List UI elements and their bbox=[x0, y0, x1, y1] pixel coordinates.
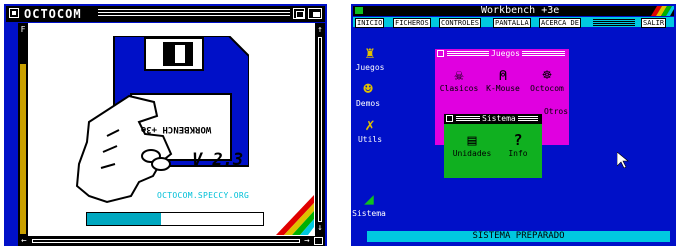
disk-label-text: WORKBENCH +3e bbox=[140, 124, 212, 134]
website-url[interactable]: OCTOCOM.SPECCY.ORG bbox=[157, 191, 249, 200]
status-bar: SISTEMA PREPARADO bbox=[367, 231, 670, 242]
item-label: Octocom bbox=[530, 84, 564, 93]
menu-bar: INICIO FICHEROS CONTROLES PANTALLA ACERC… bbox=[353, 17, 674, 28]
scrollbar-thumb[interactable] bbox=[20, 64, 26, 234]
juegos-item-octocom[interactable]: ☸ Octocom bbox=[527, 66, 567, 94]
scroll-down-icon[interactable]: ↓ bbox=[315, 223, 325, 233]
menu-pantalla[interactable]: PANTALLA bbox=[493, 18, 531, 28]
item-label: Unidades bbox=[452, 149, 492, 158]
loading-progress-bar bbox=[86, 212, 264, 226]
sistema-item-unidades[interactable]: ▤ Unidades bbox=[450, 131, 494, 159]
title-bar-stripes bbox=[98, 9, 290, 18]
octocom-title-bar[interactable]: OCTOCOM bbox=[6, 6, 325, 22]
close-icon[interactable] bbox=[9, 8, 19, 18]
tools-icon: ✗ bbox=[365, 115, 375, 134]
juegos-window-title-bar[interactable]: Juegos bbox=[435, 49, 569, 59]
resize-icon[interactable] bbox=[314, 237, 323, 245]
maximize-icon[interactable] bbox=[293, 8, 305, 19]
desktop-icon-label: Juegos bbox=[355, 63, 385, 72]
disk-label: WORKBENCH +3e bbox=[140, 124, 212, 134]
item-label: Otros bbox=[543, 107, 569, 116]
desktop-icon-label: Sistema bbox=[352, 209, 386, 218]
menu-separator bbox=[593, 19, 635, 26]
item-label: K-Mouse bbox=[486, 84, 520, 93]
mouse-icon: ⍝ bbox=[498, 66, 508, 84]
rainbow-stripes-logo bbox=[276, 195, 314, 235]
question-icon: ? bbox=[513, 131, 523, 149]
close-icon[interactable] bbox=[446, 115, 453, 122]
right-scrollbar[interactable]: ↑ ↓ bbox=[315, 23, 325, 236]
desktop-icon-demos[interactable]: ☻ Demos bbox=[350, 79, 386, 109]
juegos-item-clasicos[interactable]: ☠ Clasicos bbox=[439, 66, 479, 94]
progress-fill bbox=[87, 213, 161, 225]
right-scroll-track[interactable] bbox=[318, 37, 322, 222]
octopus-icon: ☸ bbox=[542, 66, 552, 84]
horizontal-scrollbar[interactable]: ← → bbox=[18, 236, 325, 246]
ghost-icon: ☠ bbox=[454, 66, 464, 84]
juegos-item-k-mouse[interactable]: ⍝ K-Mouse bbox=[483, 66, 523, 94]
workbench-title: Workbench +3e bbox=[481, 5, 560, 16]
desktop-icon-utils[interactable]: ✗ Utils bbox=[352, 115, 388, 145]
joystick-icon: ♜ bbox=[365, 43, 375, 62]
desktop-icon-sistema[interactable]: ◢ Sistema bbox=[351, 189, 387, 219]
menu-controles[interactable]: CONTROLES bbox=[439, 18, 481, 28]
scroll-f-label: F bbox=[20, 25, 26, 34]
desktop-icon-label: Demos bbox=[355, 99, 381, 108]
scroll-left-icon[interactable]: ← bbox=[19, 236, 29, 246]
desktop-icon-juegos[interactable]: ♜ Juegos bbox=[352, 43, 388, 73]
system-icon: ◢ bbox=[364, 189, 374, 208]
screen-close-icon[interactable] bbox=[355, 7, 363, 14]
sistema-window-title-bar[interactable]: Sistema bbox=[444, 114, 542, 124]
workbench-title-bar: Workbench +3e bbox=[353, 5, 674, 16]
mouse-pointer-icon bbox=[617, 152, 629, 168]
workbench-screen: Workbench +3e INICIO FICHEROS CONTROLES … bbox=[351, 4, 676, 246]
scroll-right-icon[interactable]: → bbox=[302, 236, 312, 246]
depth-icon[interactable] bbox=[308, 8, 322, 19]
menu-acerca-de[interactable]: ACERCA DE bbox=[539, 18, 581, 28]
item-label: Clasicos bbox=[439, 84, 479, 93]
scroll-up-icon[interactable]: ↑ bbox=[315, 25, 325, 35]
demos-icon: ☻ bbox=[363, 79, 373, 98]
menu-inicio[interactable]: INICIO bbox=[355, 18, 385, 28]
menu-ficheros[interactable]: FICHEROS bbox=[393, 18, 431, 28]
juegos-window-title: Juegos bbox=[489, 49, 522, 58]
sistema-window: Sistema ▤ Unidades ? Info bbox=[444, 114, 542, 178]
octocom-window-title: OCTOCOM bbox=[24, 7, 82, 21]
sistema-window-title: Sistema bbox=[480, 114, 518, 123]
desktop-icon-label: Utils bbox=[357, 135, 383, 144]
rainbow-title-stripes bbox=[651, 6, 674, 16]
sistema-item-info[interactable]: ? Info bbox=[498, 131, 538, 159]
horizontal-scroll-track[interactable] bbox=[32, 239, 300, 243]
close-icon[interactable] bbox=[437, 50, 444, 57]
juegos-item-otros[interactable]: Otros bbox=[543, 107, 569, 116]
menu-salir[interactable]: SALIR bbox=[641, 18, 667, 28]
octocom-window: OCTOCOM F ↑ ↓ ← → WORKBENCH +3e V 2.3 OC… bbox=[4, 4, 327, 246]
item-label: Info bbox=[508, 149, 528, 158]
drive-icon: ▤ bbox=[467, 131, 477, 149]
version-label: V 2.3 bbox=[192, 150, 244, 170]
